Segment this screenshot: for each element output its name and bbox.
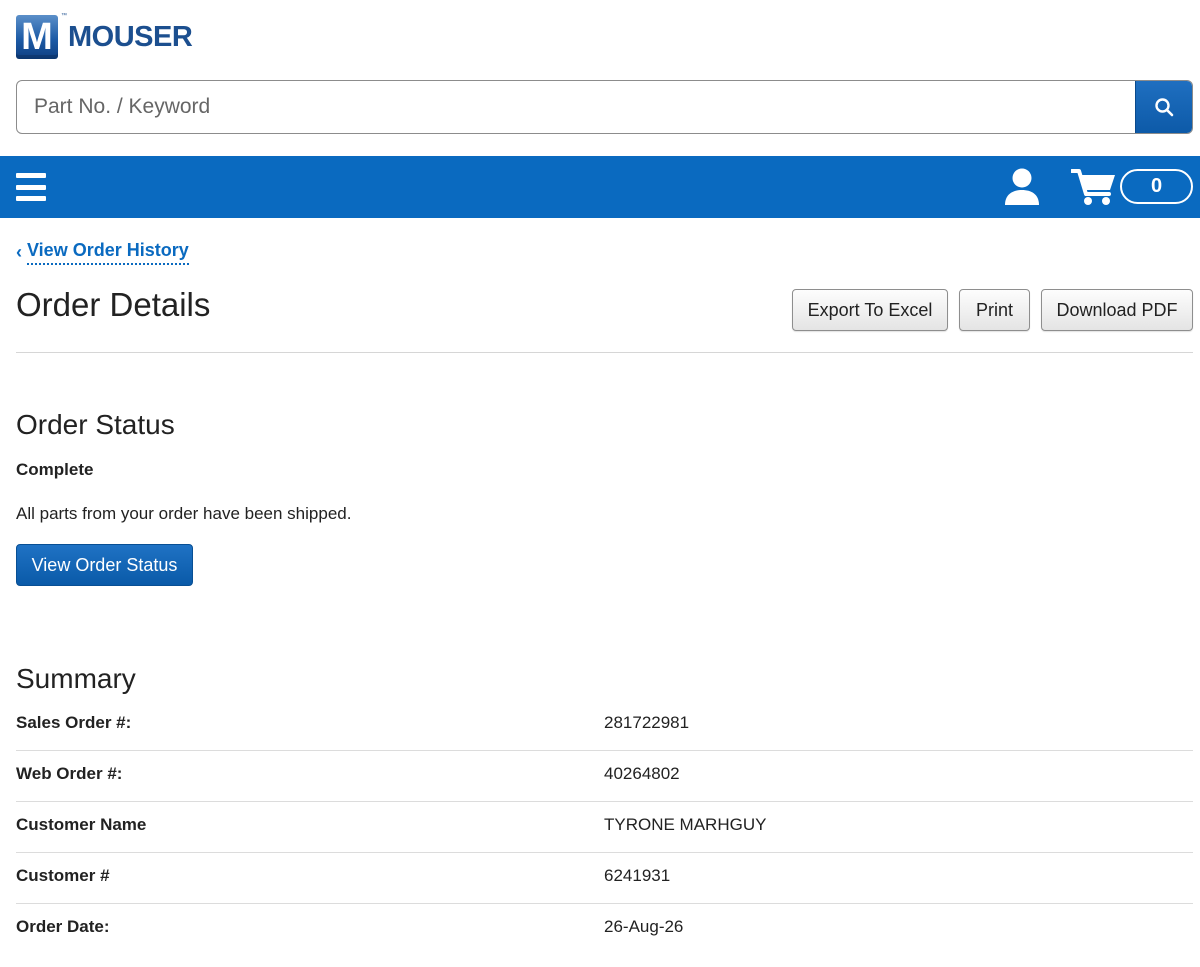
summary-label: Customer Name — [16, 815, 147, 834]
summary-label: Order Date: — [16, 917, 110, 936]
mouser-logo[interactable]: M ™ MOUSER — [16, 13, 193, 60]
summary-row-order-date: Order Date: 26-Aug-26 — [16, 904, 1193, 955]
search-button[interactable] — [1135, 81, 1192, 133]
hamburger-icon[interactable] — [16, 173, 46, 201]
summary-label: Web Order #: — [16, 764, 123, 783]
summary-heading: Summary — [16, 663, 136, 694]
logo-letter: M — [21, 15, 53, 58]
trademark-mark: ™ — [61, 13, 67, 19]
chevron-left-icon: ‹ — [16, 242, 22, 262]
download-pdf-button[interactable]: Download PDF — [1041, 289, 1193, 331]
page-title: Order Details — [16, 286, 211, 323]
summary-value: 281722981 — [604, 713, 690, 732]
logo-text: MOUSER — [68, 20, 193, 53]
view-order-status-button[interactable]: View Order Status — [16, 544, 193, 586]
summary-row-web-order: Web Order #: 40264802 — [16, 751, 1193, 802]
site-header: M ™ MOUSER — [0, 0, 1200, 156]
back-link-label: View Order History — [27, 240, 189, 265]
summary-value: 40264802 — [604, 764, 680, 783]
cart-count-badge[interactable]: 0 — [1120, 169, 1193, 204]
user-icon[interactable] — [1003, 167, 1041, 207]
status-badge: Complete — [16, 460, 94, 479]
order-status-heading: Order Status — [16, 409, 175, 440]
search-input[interactable] — [17, 81, 1135, 133]
export-to-excel-button[interactable]: Export To Excel — [792, 289, 948, 331]
header-divider — [16, 352, 1193, 353]
view-order-history-link[interactable]: ‹ View Order History — [16, 240, 189, 265]
summary-value: TYRONE MARHGUY — [604, 815, 767, 834]
search-icon — [1155, 98, 1174, 117]
summary-value: 6241931 — [604, 866, 671, 885]
summary-row-sales-order: Sales Order #: 281722981 — [16, 700, 1193, 751]
status-description: All parts from your order have been ship… — [16, 504, 352, 523]
print-button[interactable]: Print — [959, 289, 1030, 331]
summary-row-customer-number: Customer # 6241931 — [16, 853, 1193, 904]
search-bar — [16, 80, 1193, 134]
summary-label: Sales Order #: — [16, 713, 132, 732]
summary-table: Sales Order #: 281722981 Web Order #: 40… — [16, 700, 1193, 955]
cart-icon[interactable] — [1071, 167, 1117, 207]
logo-mark: M ™ — [16, 13, 67, 59]
summary-label: Customer # — [16, 866, 110, 885]
summary-value: 26-Aug-26 — [604, 917, 684, 936]
main-navbar — [0, 156, 1200, 218]
summary-row-customer-name: Customer Name TYRONE MARHGUY — [16, 802, 1193, 853]
